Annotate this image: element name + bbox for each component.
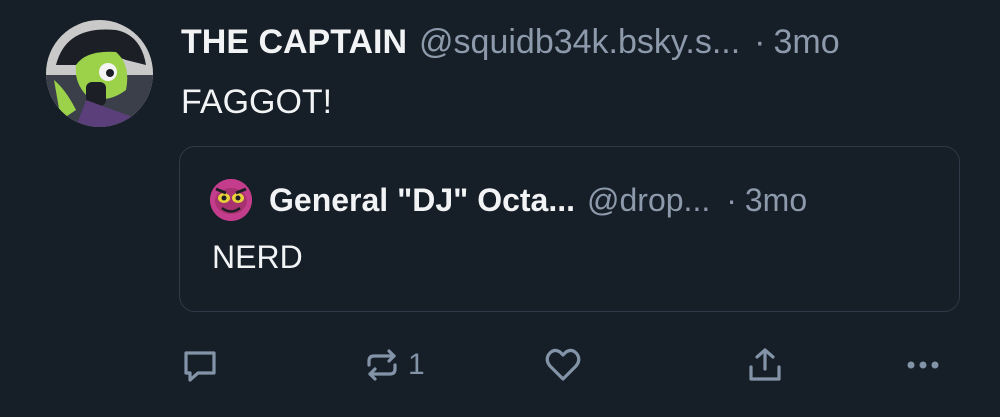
reply-icon	[184, 351, 216, 382]
like-button[interactable]	[543, 340, 583, 390]
heart-icon	[545, 348, 581, 381]
quoted-post-header: General "DJ" Octa... @drop... · 3mo	[269, 178, 949, 222]
quoted-post[interactable]: General "DJ" Octa... @drop... · 3mo NERD	[179, 146, 960, 312]
repost-button[interactable]: 1	[362, 340, 425, 390]
more-options-button[interactable]	[903, 340, 943, 390]
author-display-name[interactable]: THE CAPTAIN	[181, 20, 407, 64]
quoted-author-handle: @drop...	[587, 182, 711, 218]
repost-icon	[367, 349, 397, 381]
post-timestamp[interactable]: 3mo	[774, 20, 840, 64]
quoted-author-display-name: General "DJ" Octa...	[269, 182, 576, 218]
quoted-post-text: NERD	[212, 239, 303, 275]
more-options-icon	[907, 361, 939, 369]
author-handle[interactable]: @squidb34k.bsky.s...	[419, 20, 740, 64]
reply-button[interactable]	[180, 340, 220, 390]
post-action-bar: 1	[0, 340, 1000, 390]
repost-count: 1	[408, 348, 425, 381]
quoted-author-avatar	[210, 179, 252, 221]
share-button[interactable]	[745, 340, 785, 390]
octopus-avatar-icon	[210, 179, 252, 221]
character-avatar-icon	[46, 20, 153, 127]
share-icon	[749, 348, 781, 381]
separator-dot: ·	[726, 182, 737, 218]
quoted-post-timestamp: 3mo	[744, 182, 808, 218]
post-text: FAGGOT!	[181, 83, 333, 121]
separator-dot: ·	[754, 23, 766, 61]
author-avatar[interactable]	[46, 20, 153, 127]
post-header: THE CAPTAIN @squidb34k.bsky.s... · 3mo	[181, 20, 971, 64]
